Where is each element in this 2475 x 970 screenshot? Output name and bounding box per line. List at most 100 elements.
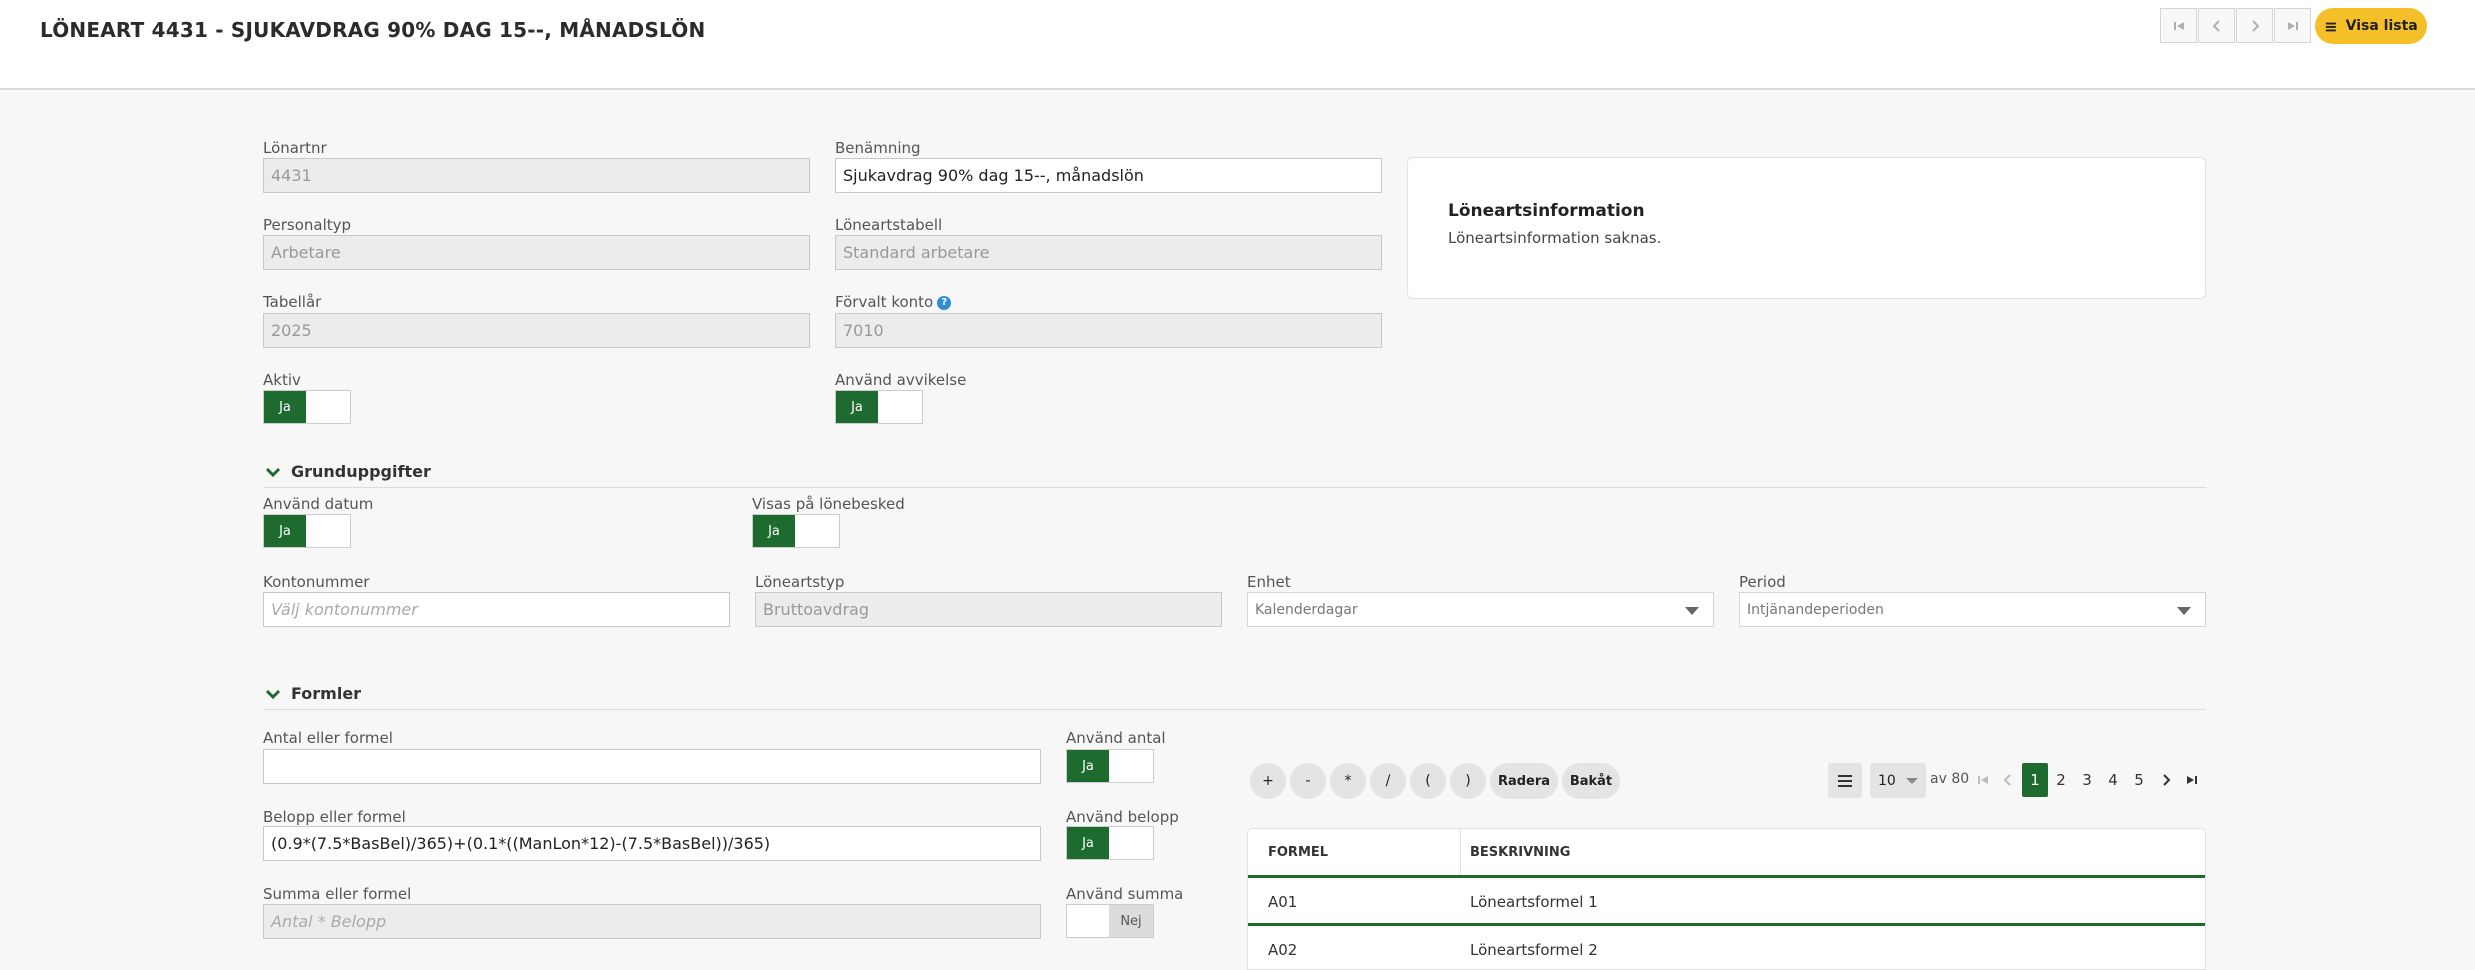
operator-divide-button[interactable]: /	[1370, 763, 1406, 799]
anvand-summa-toggle[interactable]: Nej	[1066, 904, 1154, 938]
loneartstabell-label: Löneartstabell	[835, 216, 943, 234]
anvand-summa-label: Använd summa	[1066, 885, 1184, 903]
personaltyp-label: Personaltyp	[263, 216, 352, 234]
lonartnr-field: 4431	[263, 158, 810, 193]
anvand-avvikelse-label: Använd avvikelse	[835, 371, 967, 389]
first-record-button[interactable]	[2160, 8, 2197, 43]
visas-pa-lonebesked-toggle[interactable]: Ja	[752, 514, 840, 548]
enhet-select[interactable]: Kalenderdagar	[1247, 592, 1714, 627]
kontonummer-input[interactable]: Välj kontonummer	[263, 592, 730, 627]
period-value: Intjänandeperioden	[1747, 601, 1884, 618]
operator-close-paren-button[interactable]: )	[1450, 763, 1486, 799]
page-number-2[interactable]: 2	[2048, 763, 2074, 797]
previous-record-button[interactable]	[2198, 8, 2235, 43]
caret-down-icon	[2177, 607, 2191, 615]
benamning-input[interactable]: Sjukavdrag 90% dag 15--, månadslön	[835, 158, 1382, 193]
period-select[interactable]: Intjänandeperioden	[1739, 592, 2206, 627]
operator-minus-button[interactable]: -	[1290, 763, 1326, 799]
column-header-beskrivning[interactable]: BESKRIVNING	[1470, 829, 1570, 875]
visa-lista-label: Visa lista	[2345, 18, 2418, 34]
grunduppgifter-section-header[interactable]: Grunduppgifter	[263, 460, 2206, 488]
page-number-1[interactable]: 1	[2022, 763, 2048, 797]
first-page-button[interactable]	[1973, 766, 1993, 794]
first-page-icon	[2173, 21, 2184, 30]
antal-input[interactable]	[263, 749, 1041, 784]
page-number-4[interactable]: 4	[2100, 763, 2126, 797]
table-cell-formel: A02	[1268, 940, 1298, 959]
loneartstabell-field: Standard arbetare	[835, 235, 1382, 270]
record-navigation	[2160, 8, 2312, 43]
aktiv-toggle[interactable]: Ja	[263, 390, 351, 424]
enhet-label: Enhet	[1247, 573, 1291, 591]
page-size-value: 10	[1878, 772, 1896, 789]
help-icon[interactable]: ?	[937, 295, 952, 310]
page-number-5[interactable]: 5	[2126, 763, 2152, 797]
page-header: LÖNEART 4431 - SJUKAVDRAG 90% DAG 15--, …	[0, 0, 2475, 90]
anvand-avvikelse-toggle[interactable]: Ja	[835, 390, 923, 424]
anvand-antal-toggle[interactable]: Ja	[1066, 749, 1154, 783]
anvand-antal-toggle-on: Ja	[1067, 750, 1109, 782]
next-record-button[interactable]	[2236, 8, 2273, 43]
antal-label: Antal eller formel	[263, 729, 393, 747]
caret-down-icon	[1906, 778, 1918, 784]
visas-pa-lonebesked-toggle-on: Ja	[753, 515, 795, 547]
chevron-down-icon	[265, 689, 281, 700]
info-card-text: Löneartsinformation saknas.	[1448, 229, 1662, 247]
forvalt-konto-field: 7010	[835, 313, 1382, 348]
loneartstyp-field: Bruttoavdrag	[755, 592, 1222, 627]
previous-page-button[interactable]	[1998, 766, 2018, 794]
anvand-summa-toggle-track	[1067, 905, 1109, 937]
anvand-belopp-toggle[interactable]: Ja	[1066, 826, 1154, 860]
page-size-select[interactable]: 10	[1870, 763, 1926, 798]
summa-label: Summa eller formel	[263, 885, 412, 903]
operator-multiply-button[interactable]: *	[1330, 763, 1366, 799]
belopp-label: Belopp eller formel	[263, 808, 406, 826]
kontonummer-label: Kontonummer	[263, 573, 370, 591]
anvand-summa-toggle-off: Nej	[1109, 905, 1153, 937]
last-page-icon	[2287, 21, 2298, 30]
belopp-input[interactable]: (0.9*(7.5*BasBel)/365)+(0.1*((ManLon*12)…	[263, 826, 1041, 861]
column-divider	[1460, 829, 1461, 875]
formler-section-header[interactable]: Formler	[263, 682, 2206, 710]
visa-lista-button[interactable]: ≡ Visa lista	[2315, 8, 2427, 44]
table-row[interactable]: A02 Löneartsformel 2	[1248, 926, 2205, 969]
formula-table: FORMEL BESKRIVNING A01 Löneartsformel 1 …	[1247, 828, 2206, 970]
anvand-belopp-toggle-on: Ja	[1067, 827, 1109, 859]
bakat-button[interactable]: Bakåt	[1562, 763, 1620, 799]
first-page-icon	[1978, 776, 1988, 784]
formler-title: Formler	[291, 684, 362, 703]
visas-pa-lonebesked-label: Visas på lönebesked	[752, 495, 905, 513]
column-header-formel[interactable]: FORMEL	[1268, 829, 1328, 875]
chevron-left-icon	[2212, 19, 2220, 32]
caret-down-icon	[1685, 607, 1699, 615]
operator-plus-button[interactable]: +	[1250, 763, 1286, 799]
tabellar-field: 2025	[263, 313, 810, 348]
page-number-3[interactable]: 3	[2074, 763, 2100, 797]
chevron-right-icon	[2163, 774, 2171, 786]
last-page-button[interactable]	[2182, 766, 2202, 794]
chevron-right-icon	[2251, 19, 2259, 32]
summa-field: Antal * Belopp	[263, 904, 1041, 939]
radera-button[interactable]: Radera	[1490, 763, 1558, 799]
grunduppgifter-title: Grunduppgifter	[291, 462, 431, 481]
anvand-datum-toggle[interactable]: Ja	[263, 514, 351, 548]
table-cell-beskrivning: Löneartsformel 2	[1470, 940, 1598, 959]
benamning-label: Benämning	[835, 139, 921, 157]
lonartnr-label: Lönartnr	[263, 139, 327, 157]
period-label: Period	[1739, 573, 1786, 591]
list-icon	[1838, 774, 1852, 787]
last-record-button[interactable]	[2274, 8, 2311, 43]
list-icon: ≡	[2324, 16, 2338, 36]
anvand-antal-label: Använd antal	[1066, 729, 1166, 747]
next-page-button[interactable]	[2156, 766, 2176, 794]
anvand-avvikelse-toggle-on: Ja	[836, 391, 878, 423]
chevron-down-icon	[265, 467, 281, 478]
table-cell-beskrivning: Löneartsformel 1	[1470, 892, 1598, 911]
anvand-datum-toggle-on: Ja	[264, 515, 306, 547]
page-title: LÖNEART 4431 - SJUKAVDRAG 90% DAG 15--, …	[40, 18, 706, 42]
last-page-icon	[2187, 776, 2197, 784]
operator-open-paren-button[interactable]: (	[1410, 763, 1446, 799]
table-row[interactable]: A01 Löneartsformel 1	[1248, 878, 2205, 925]
list-view-button[interactable]	[1828, 763, 1862, 798]
loneartstyp-label: Löneartstyp	[755, 573, 845, 591]
